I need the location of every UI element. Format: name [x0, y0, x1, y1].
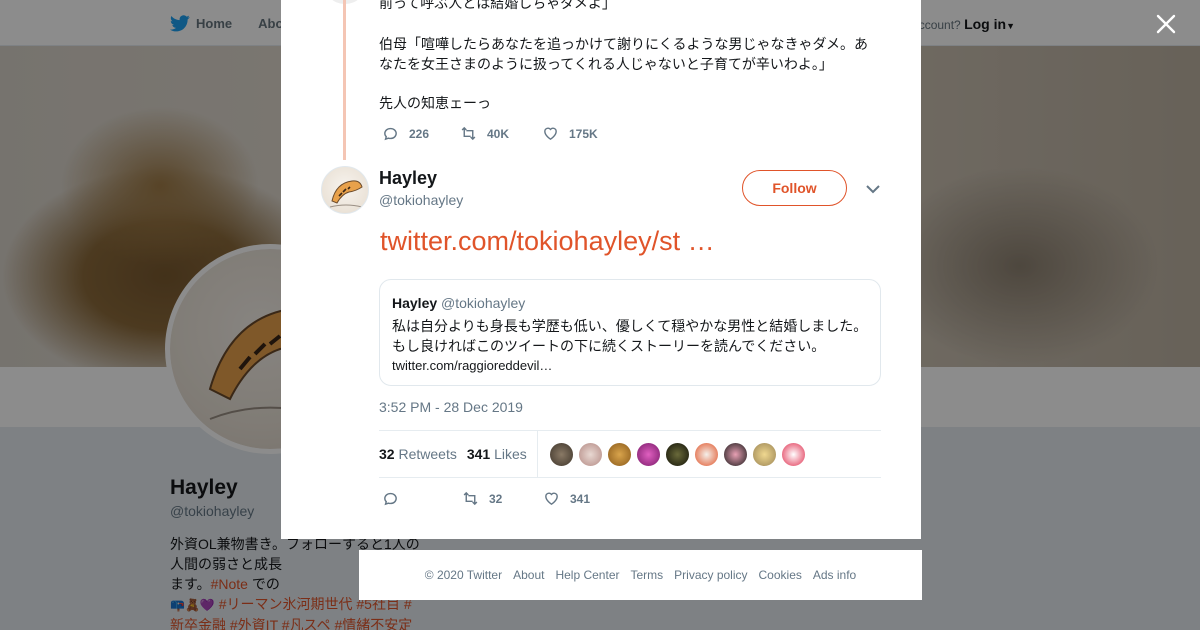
previous-tweet-text: なたを女王さまのように扱ってくれる人じゃないと子育てが辛いわよ。」 — [379, 56, 833, 72]
previous-tweet-text: 伯母「喧嘩したらあなたを追っかけて謝りにくるような男じゃなきゃダメ。あ — [379, 36, 869, 52]
heart-icon — [545, 492, 558, 506]
liker-avatar[interactable] — [751, 441, 777, 467]
quoted-author-handle: @tokiohayley — [441, 295, 526, 311]
tweet-link[interactable]: twitter.com/tokiohayley/st … — [380, 226, 715, 257]
retweet-icon — [463, 491, 478, 506]
reply-icon — [384, 127, 397, 141]
chevron-down-icon[interactable] — [865, 182, 881, 196]
reply-icon — [384, 492, 397, 506]
retweet-count: 32 — [489, 491, 503, 506]
follow-button[interactable]: Follow — [742, 170, 847, 206]
liker-avatar[interactable] — [664, 441, 690, 467]
like-action[interactable]: 341 — [543, 490, 590, 507]
retweets-stat[interactable]: 32 Retweets — [379, 446, 457, 462]
retweets-stat-count: 32 — [379, 446, 395, 462]
reply-action[interactable] — [382, 490, 462, 507]
stats-divider — [536, 431, 538, 477]
likes-stat[interactable]: 341 Likes — [467, 446, 527, 462]
footer-link-cookies[interactable]: Cookies — [759, 568, 802, 582]
footer-copyright: © 2020 Twitter — [424, 568, 503, 582]
liker-avatar[interactable] — [635, 441, 661, 467]
footer-link-help-center[interactable]: Help Center — [555, 568, 619, 582]
quoted-author-name: Hayley — [392, 295, 438, 311]
quoted-tweet-header: Hayley @tokiohayley — [392, 293, 868, 313]
tweet-modal: 前って呼ぶ人とは結婚しちゃダメよ」 伯母「喧嘩したらあなたを追っかけて謝りにくる… — [281, 0, 921, 539]
previous-tweet-text: 前って呼ぶ人とは結婚しちゃダメよ」 — [379, 0, 616, 11]
reply-action[interactable]: 226 — [382, 125, 460, 142]
author-name[interactable]: Hayley — [379, 168, 437, 189]
tweet-stats: 32 Retweets 341 Likes — [379, 430, 881, 478]
liker-avatar[interactable] — [606, 441, 632, 467]
retweets-stat-label: Retweets — [398, 446, 457, 462]
tweet-actions: 32 341 — [382, 490, 590, 507]
retweet-action[interactable]: 40K — [460, 125, 542, 142]
retweet-icon — [461, 126, 476, 141]
footer-link-ads-info[interactable]: Ads info — [813, 568, 856, 582]
thread-connector-line — [343, 0, 346, 160]
retweet-count: 40K — [487, 126, 510, 141]
liker-avatar[interactable] — [780, 441, 806, 467]
like-count: 175K — [569, 126, 598, 141]
footer-link-terms[interactable]: Terms — [630, 568, 663, 582]
liker-avatar[interactable] — [722, 441, 748, 467]
retweet-action[interactable]: 32 — [462, 490, 543, 507]
previous-tweet-actions: 226 40K 175K — [382, 125, 598, 142]
quoted-tweet-text: 私は自分よりも身長も学歴も低い、優しくて穏やかな男性と結婚しました。 — [392, 318, 868, 334]
like-count: 341 — [570, 491, 591, 506]
previous-tweet-text: 先人の知恵ェーっ — [379, 95, 491, 111]
tweet-timestamp[interactable]: 3:52 PM - 28 Dec 2019 — [379, 399, 523, 415]
likes-stat-label: Likes — [494, 446, 527, 462]
like-action[interactable]: 175K — [542, 125, 598, 142]
likes-stat-count: 341 — [466, 446, 491, 462]
liker-avatar[interactable] — [577, 441, 603, 467]
author-avatar[interactable] — [321, 166, 369, 214]
tiger-avatar-icon — [329, 180, 363, 208]
footer-link-privacy[interactable]: Privacy policy — [674, 568, 747, 582]
quoted-tweet-link[interactable]: twitter.com/raggioreddevil… — [392, 356, 868, 376]
liker-avatars — [548, 441, 806, 467]
quoted-tweet[interactable]: Hayley @tokiohayley 私は自分よりも身長も学歴も低い、優しくて… — [379, 279, 881, 386]
quoted-tweet-text: もし良ければこのツイートの下に続くストーリーを読んでください。 — [392, 338, 826, 354]
heart-icon — [544, 127, 557, 141]
liker-avatar[interactable] — [548, 441, 574, 467]
footer-link-about[interactable]: About — [513, 568, 544, 582]
close-icon[interactable] — [1156, 14, 1176, 34]
liker-avatar[interactable] — [693, 441, 719, 467]
reply-count: 226 — [409, 126, 430, 141]
modal-footer: © 2020 Twitter About Help Center Terms P… — [359, 550, 922, 600]
author-handle[interactable]: @tokiohayley — [379, 192, 463, 208]
